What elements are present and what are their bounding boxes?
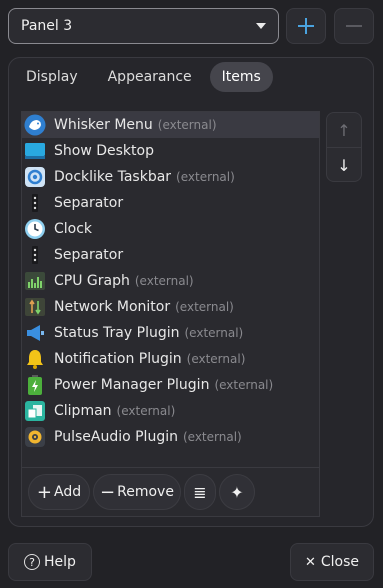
show-desktop-icon [24, 140, 46, 162]
list-item[interactable]: Power Manager Plugin (external) [22, 372, 319, 398]
list-icon: ≣ [193, 482, 207, 502]
plus-icon: + [36, 481, 52, 503]
tab-appearance[interactable]: Appearance [96, 62, 204, 92]
panel-select[interactable]: Panel 3 [8, 8, 279, 44]
network-monitor-icon [24, 296, 46, 318]
item-label: Separator [54, 247, 124, 263]
item-suffix: (external) [186, 352, 246, 366]
battery-icon [24, 374, 46, 396]
list-item[interactable]: Network Monitor (external) [22, 294, 319, 320]
add-item-button[interactable]: + Add [28, 474, 90, 510]
item-suffix: (external) [214, 378, 274, 392]
separator-icon [24, 244, 46, 266]
minus-icon [346, 18, 362, 34]
separator-icon [24, 192, 46, 214]
chevron-down-icon [256, 23, 266, 29]
plus-icon [298, 18, 314, 34]
item-suffix: (external) [116, 404, 176, 418]
list-item[interactable]: Separator [22, 242, 319, 268]
move-buttons: ↑ ↓ [326, 112, 362, 182]
tab-items[interactable]: Items [209, 62, 273, 92]
item-label: Separator [54, 195, 124, 211]
item-suffix: (external) [157, 118, 217, 132]
list-item[interactable]: Notification Plugin (external) [22, 346, 319, 372]
arrow-up-icon: ↑ [337, 120, 351, 140]
whisker-menu-icon [24, 114, 46, 136]
list-item[interactable]: Status Tray Plugin (external) [22, 320, 319, 346]
list-item[interactable]: PulseAudio Plugin (external) [22, 424, 319, 450]
item-suffix: (external) [134, 274, 194, 288]
item-label: Show Desktop [54, 143, 154, 159]
list-item[interactable]: Show Desktop [22, 138, 319, 164]
items-list[interactable]: Whisker Menu (external) Show Desktop Doc… [22, 112, 319, 450]
item-label: Power Manager Plugin [54, 377, 210, 393]
item-label: Whisker Menu [54, 117, 153, 133]
move-up-button[interactable]: ↑ [327, 113, 361, 148]
remove-item-button[interactable]: − Remove [93, 474, 181, 510]
help-label: Help [44, 554, 76, 570]
add-item-label: Add [53, 484, 82, 500]
list-item[interactable]: Docklike Taskbar (external) [22, 164, 319, 190]
cpu-graph-icon [24, 270, 46, 292]
clipman-icon [24, 400, 46, 422]
tab-bar: Display Appearance Items [14, 62, 273, 94]
list-item[interactable]: Separator [22, 190, 319, 216]
close-icon: ✕ [304, 554, 316, 570]
notification-bell-icon [24, 348, 46, 370]
help-icon: ? [24, 554, 41, 570]
item-about-button[interactable]: ✦ [219, 474, 255, 510]
toolbar-divider [22, 467, 319, 468]
minus-icon: − [100, 481, 116, 503]
item-label: PulseAudio Plugin [54, 429, 178, 445]
item-label: Notification Plugin [54, 351, 182, 367]
list-item[interactable]: Clipman (external) [22, 398, 319, 424]
arrow-down-icon: ↓ [337, 155, 351, 175]
close-label: Close [320, 554, 360, 570]
list-item[interactable]: Clock [22, 216, 319, 242]
item-label: Clipman [54, 403, 112, 419]
item-label: Network Monitor [54, 299, 171, 315]
item-list-button[interactable]: ≣ [184, 474, 216, 510]
remove-panel-button[interactable] [334, 8, 374, 44]
item-suffix: (external) [182, 430, 242, 444]
remove-item-label: Remove [117, 484, 174, 500]
item-label: Docklike Taskbar [54, 169, 172, 185]
item-label: Status Tray Plugin [54, 325, 180, 341]
item-label: Clock [54, 221, 93, 237]
item-suffix: (external) [176, 170, 235, 184]
panel-select-value: Panel 3 [21, 18, 73, 34]
item-suffix: (external) [184, 326, 244, 340]
add-panel-button[interactable] [286, 8, 326, 44]
status-tray-icon [24, 322, 46, 344]
sparkle-icon: ✦ [230, 482, 244, 502]
speaker-icon [24, 426, 46, 448]
move-down-button[interactable]: ↓ [327, 148, 361, 182]
list-item[interactable]: Whisker Menu (external) [22, 112, 319, 138]
list-item[interactable]: CPU Graph (external) [22, 268, 319, 294]
help-button[interactable]: ? Help [8, 543, 92, 581]
clock-icon [24, 218, 46, 240]
close-button[interactable]: ✕ Close [290, 543, 374, 581]
item-suffix: (external) [175, 300, 234, 314]
tab-display[interactable]: Display [14, 62, 90, 92]
item-label: CPU Graph [54, 273, 130, 289]
docklike-taskbar-icon [24, 166, 46, 188]
